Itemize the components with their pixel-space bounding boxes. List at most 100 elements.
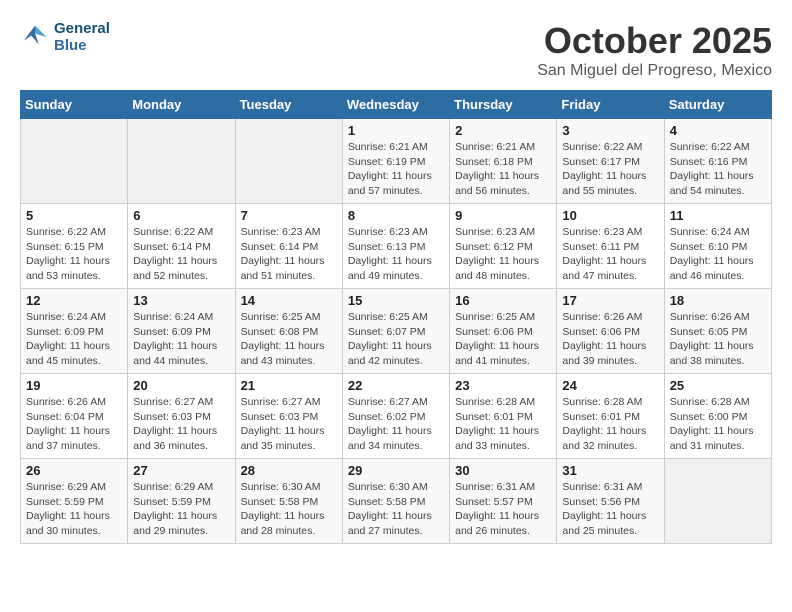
day-info: Sunrise: 6:28 AM Sunset: 6:01 PM Dayligh… (562, 395, 658, 454)
day-number: 31 (562, 463, 658, 478)
calendar-week-row: 12Sunrise: 6:24 AM Sunset: 6:09 PM Dayli… (21, 289, 772, 374)
day-number: 28 (241, 463, 337, 478)
calendar-cell: 29 Sunrise: 6:30 AM Sunset: 5:58 PM Dayli… (342, 459, 449, 544)
day-info: Sunrise: 6:23 AM Sunset: 6:11 PM Dayligh… (562, 225, 658, 284)
day-number: 2 (455, 123, 551, 138)
day-info: Sunrise: 6:27 AM Sunset: 6:03 PM Dayligh… (241, 395, 337, 454)
calendar-cell: 18 Sunrise: 6:26 AM Sunset: 6:05 PM Dayli… (664, 289, 771, 374)
calendar-week-row: 19 Sunrise: 6:26 AM Sunset: 6:04 PM Dayli… (21, 374, 772, 459)
day-info: Sunrise: 6:21 AM Sunset: 6:18 PM Dayligh… (455, 140, 551, 199)
day-info: Sunrise: 6:30 AM Sunset: 5:58 PM Dayligh… (241, 480, 337, 539)
logo-icon (20, 22, 50, 52)
calendar-cell: 27Sunrise: 6:29 AM Sunset: 5:59 PM Dayli… (128, 459, 235, 544)
calendar-cell: 12Sunrise: 6:24 AM Sunset: 6:09 PM Dayli… (21, 289, 128, 374)
day-info: Sunrise: 6:28 AM Sunset: 6:01 PM Dayligh… (455, 395, 551, 454)
day-number: 25 (670, 378, 766, 393)
calendar-cell: 8 Sunrise: 6:23 AM Sunset: 6:13 PM Daylig… (342, 204, 449, 289)
calendar-cell: 2 Sunrise: 6:21 AM Sunset: 6:18 PM Daylig… (450, 119, 557, 204)
calendar-week-row: 1 Sunrise: 6:21 AM Sunset: 6:19 PM Daylig… (21, 119, 772, 204)
month-title: October 2025 (537, 20, 772, 62)
day-number: 21 (241, 378, 337, 393)
weekday-header-row: SundayMondayTuesdayWednesdayThursdayFrid… (21, 91, 772, 119)
calendar-cell: 4Sunrise: 6:22 AM Sunset: 6:16 PM Daylig… (664, 119, 771, 204)
day-info: Sunrise: 6:30 AM Sunset: 5:58 PM Dayligh… (348, 480, 444, 539)
calendar-cell: 23 Sunrise: 6:28 AM Sunset: 6:01 PM Dayli… (450, 374, 557, 459)
calendar-cell: 16Sunrise: 6:25 AM Sunset: 6:06 PM Dayli… (450, 289, 557, 374)
day-info: Sunrise: 6:22 AM Sunset: 6:16 PM Dayligh… (670, 140, 766, 199)
weekday-header-thursday: Thursday (450, 91, 557, 119)
calendar-cell: 26 Sunrise: 6:29 AM Sunset: 5:59 PM Dayli… (21, 459, 128, 544)
calendar-cell (128, 119, 235, 204)
day-info: Sunrise: 6:29 AM Sunset: 5:59 PM Dayligh… (26, 480, 122, 539)
day-info: Sunrise: 6:27 AM Sunset: 6:03 PM Dayligh… (133, 395, 229, 454)
day-info: Sunrise: 6:27 AM Sunset: 6:02 PM Dayligh… (348, 395, 444, 454)
weekday-header-saturday: Saturday (664, 91, 771, 119)
day-info: Sunrise: 6:24 AM Sunset: 6:09 PM Dayligh… (26, 310, 122, 369)
day-number: 7 (241, 208, 337, 223)
calendar-cell: 20Sunrise: 6:27 AM Sunset: 6:03 PM Dayli… (128, 374, 235, 459)
calendar-cell: 7Sunrise: 6:23 AM Sunset: 6:14 PM Daylig… (235, 204, 342, 289)
calendar-cell: 28 Sunrise: 6:30 AM Sunset: 5:58 PM Dayli… (235, 459, 342, 544)
day-info: Sunrise: 6:21 AM Sunset: 6:19 PM Dayligh… (348, 140, 444, 199)
weekday-header-tuesday: Tuesday (235, 91, 342, 119)
calendar-cell: 14 Sunrise: 6:25 AM Sunset: 6:08 PM Dayli… (235, 289, 342, 374)
day-number: 18 (670, 293, 766, 308)
day-number: 22 (348, 378, 444, 393)
calendar-cell: 3Sunrise: 6:22 AM Sunset: 6:17 PM Daylig… (557, 119, 664, 204)
day-info: Sunrise: 6:31 AM Sunset: 5:57 PM Dayligh… (455, 480, 551, 539)
calendar-cell: 17Sunrise: 6:26 AM Sunset: 6:06 PM Dayli… (557, 289, 664, 374)
calendar-week-row: 26 Sunrise: 6:29 AM Sunset: 5:59 PM Dayli… (21, 459, 772, 544)
day-number: 29 (348, 463, 444, 478)
day-info: Sunrise: 6:24 AM Sunset: 6:09 PM Dayligh… (133, 310, 229, 369)
calendar-cell: 24 Sunrise: 6:28 AM Sunset: 6:01 PM Dayli… (557, 374, 664, 459)
day-info: Sunrise: 6:26 AM Sunset: 6:04 PM Dayligh… (26, 395, 122, 454)
day-info: Sunrise: 6:25 AM Sunset: 6:08 PM Dayligh… (241, 310, 337, 369)
day-number: 5 (26, 208, 122, 223)
logo-text: General Blue (54, 20, 110, 54)
day-info: Sunrise: 6:29 AM Sunset: 5:59 PM Dayligh… (133, 480, 229, 539)
day-info: Sunrise: 6:22 AM Sunset: 6:14 PM Dayligh… (133, 225, 229, 284)
calendar-cell: 30 Sunrise: 6:31 AM Sunset: 5:57 PM Dayli… (450, 459, 557, 544)
day-number: 9 (455, 208, 551, 223)
day-number: 3 (562, 123, 658, 138)
day-info: Sunrise: 6:24 AM Sunset: 6:10 PM Dayligh… (670, 225, 766, 284)
day-info: Sunrise: 6:26 AM Sunset: 6:05 PM Dayligh… (670, 310, 766, 369)
day-number: 23 (455, 378, 551, 393)
calendar-week-row: 5 Sunrise: 6:22 AM Sunset: 6:15 PM Daylig… (21, 204, 772, 289)
calendar-cell: 25 Sunrise: 6:28 AM Sunset: 6:00 PM Dayli… (664, 374, 771, 459)
location-title: San Miguel del Progreso, Mexico (537, 62, 772, 80)
day-number: 24 (562, 378, 658, 393)
day-info: Sunrise: 6:23 AM Sunset: 6:13 PM Dayligh… (348, 225, 444, 284)
day-number: 15 (348, 293, 444, 308)
logo: General Blue (20, 20, 110, 54)
calendar-cell: 13Sunrise: 6:24 AM Sunset: 6:09 PM Dayli… (128, 289, 235, 374)
calendar-cell: 21 Sunrise: 6:27 AM Sunset: 6:03 PM Dayli… (235, 374, 342, 459)
calendar-cell: 15 Sunrise: 6:25 AM Sunset: 6:07 PM Dayli… (342, 289, 449, 374)
calendar-cell: 31 Sunrise: 6:31 AM Sunset: 5:56 PM Dayli… (557, 459, 664, 544)
calendar-cell: 5 Sunrise: 6:22 AM Sunset: 6:15 PM Daylig… (21, 204, 128, 289)
day-info: Sunrise: 6:22 AM Sunset: 6:15 PM Dayligh… (26, 225, 122, 284)
calendar-cell: 19 Sunrise: 6:26 AM Sunset: 6:04 PM Dayli… (21, 374, 128, 459)
day-number: 6 (133, 208, 229, 223)
day-info: Sunrise: 6:23 AM Sunset: 6:12 PM Dayligh… (455, 225, 551, 284)
day-info: Sunrise: 6:25 AM Sunset: 6:07 PM Dayligh… (348, 310, 444, 369)
calendar-cell: 10Sunrise: 6:23 AM Sunset: 6:11 PM Dayli… (557, 204, 664, 289)
title-section: October 2025 San Miguel del Progreso, Me… (537, 20, 772, 80)
weekday-header-wednesday: Wednesday (342, 91, 449, 119)
day-number: 14 (241, 293, 337, 308)
day-info: Sunrise: 6:31 AM Sunset: 5:56 PM Dayligh… (562, 480, 658, 539)
day-info: Sunrise: 6:25 AM Sunset: 6:06 PM Dayligh… (455, 310, 551, 369)
calendar-cell: 11Sunrise: 6:24 AM Sunset: 6:10 PM Dayli… (664, 204, 771, 289)
day-number: 19 (26, 378, 122, 393)
day-number: 26 (26, 463, 122, 478)
weekday-header-sunday: Sunday (21, 91, 128, 119)
weekday-header-friday: Friday (557, 91, 664, 119)
calendar-cell: 22 Sunrise: 6:27 AM Sunset: 6:02 PM Dayli… (342, 374, 449, 459)
day-number: 30 (455, 463, 551, 478)
day-number: 1 (348, 123, 444, 138)
page-header: General Blue October 2025 San Miguel del… (20, 20, 772, 80)
day-number: 8 (348, 208, 444, 223)
calendar-cell (235, 119, 342, 204)
day-number: 17 (562, 293, 658, 308)
day-info: Sunrise: 6:28 AM Sunset: 6:00 PM Dayligh… (670, 395, 766, 454)
